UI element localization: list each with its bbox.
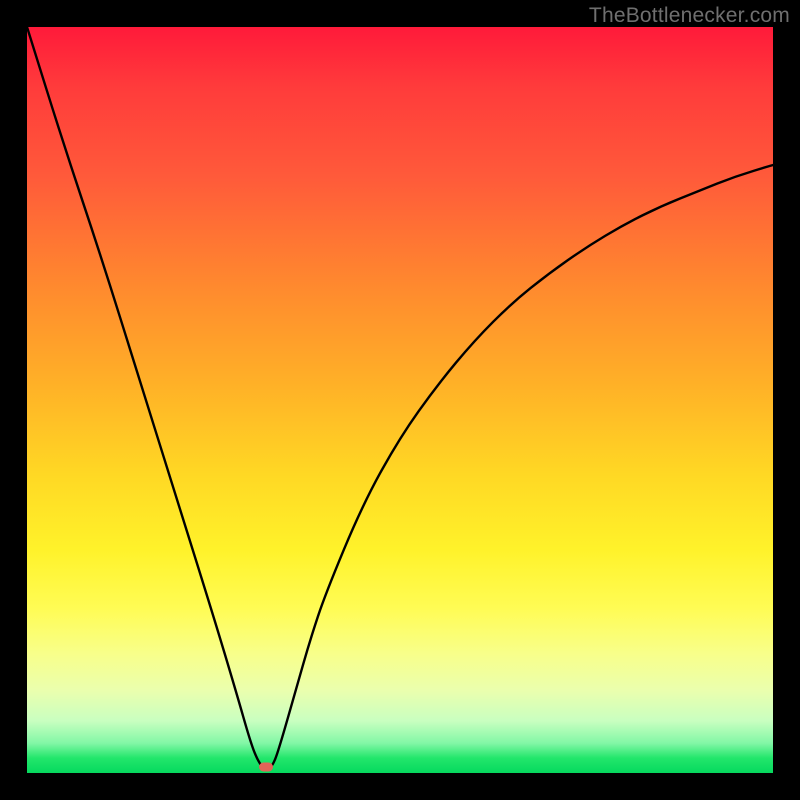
watermark-text: TheBottlenecker.com — [589, 4, 790, 28]
minimum-marker — [259, 763, 273, 772]
curve-line — [27, 27, 773, 769]
chart-container: TheBottlenecker.com — [0, 0, 800, 800]
bottleneck-curve — [27, 27, 773, 773]
plot-area — [27, 27, 773, 773]
